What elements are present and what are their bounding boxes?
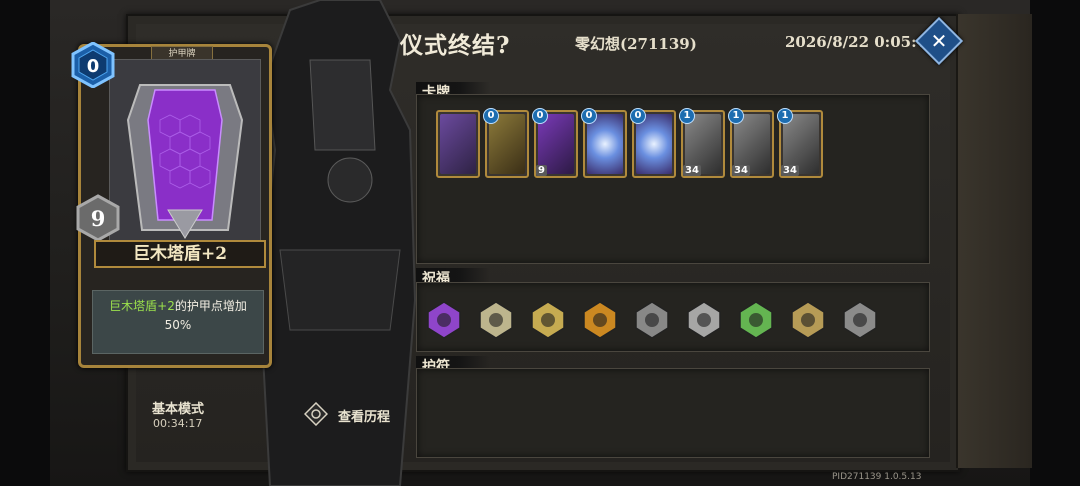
card-desc-text: 的护甲点增加 [174,299,247,313]
screen-border-left [0,0,50,486]
goggles-icon[interactable] [736,300,776,340]
shadow-figure-icon[interactable] [840,300,880,340]
deck-card[interactable]: 1 34 [679,108,725,178]
deck-card-cost: 1 [679,108,695,124]
card-description: 巨木塔盾+2的护甲点增加 50% [92,290,264,354]
golden-helm-icon[interactable] [528,300,568,340]
skeleton-icon[interactable] [476,300,516,340]
close-icon: ✕ [930,29,948,53]
card-cost-value: 0 [87,56,100,77]
card-desc-value: 50% [164,318,192,332]
deck-card-value: 34 [732,165,750,176]
deck-card[interactable]: 09 [532,108,578,178]
build-id: PID271139 1.0.5.13 [832,472,922,482]
deck-card-cost: 1 [777,108,793,124]
deck-card[interactable]: 0 [630,108,676,178]
deck-card-cost: 0 [483,108,499,124]
history-icon [304,402,328,426]
deck-card-cost: 0 [630,108,646,124]
deck-card[interactable]: 1 34 [777,108,823,178]
game-mode: 基本模式 [152,402,205,417]
deck-card[interactable]: 1 34 [728,108,774,178]
armor-chest-icon[interactable] [684,300,724,340]
card-desc-highlight: 巨木塔盾+2 [109,299,175,313]
card-number-value: 9 [91,206,106,231]
witch-icon[interactable] [788,300,828,340]
deck-card-cost: 0 [581,108,597,124]
card-cost-gem: 0 [71,42,115,88]
game-mode-time: 00:34:17 [153,417,203,430]
view-history-button[interactable]: 查看历程 [302,400,402,426]
screen-border-right [1030,0,1080,486]
deck-card-value: 9 [536,165,547,176]
card-name: 巨木塔盾+2 [94,240,266,268]
player-name: 零幻想(271139) [575,35,697,53]
deck-card[interactable]: 0 [483,108,529,178]
view-history-label: 查看历程 [338,410,391,425]
panel-side-strip [956,14,1032,468]
deck-card[interactable] [436,110,480,178]
tower-shield-art [109,59,261,247]
warrior-bust-icon[interactable] [632,300,672,340]
tower-shield-icon [110,60,260,246]
deck-card-value: 34 [781,165,799,176]
deck-card-cost: 1 [728,108,744,124]
purple-crystal-icon[interactable] [424,300,464,340]
amulets-box [416,368,930,458]
page-title: 仪式终结? [400,32,511,59]
deck-card-value: 34 [683,165,701,176]
flame-helm-icon[interactable] [580,300,620,340]
card-number-badge: 9 [76,194,120,242]
scythe-card-icon [440,114,476,174]
deck-card-cost: 0 [532,108,548,124]
run-datetime: 2026/8/22 0:05:49 [785,33,938,51]
deck-card[interactable]: 0 [581,108,627,178]
